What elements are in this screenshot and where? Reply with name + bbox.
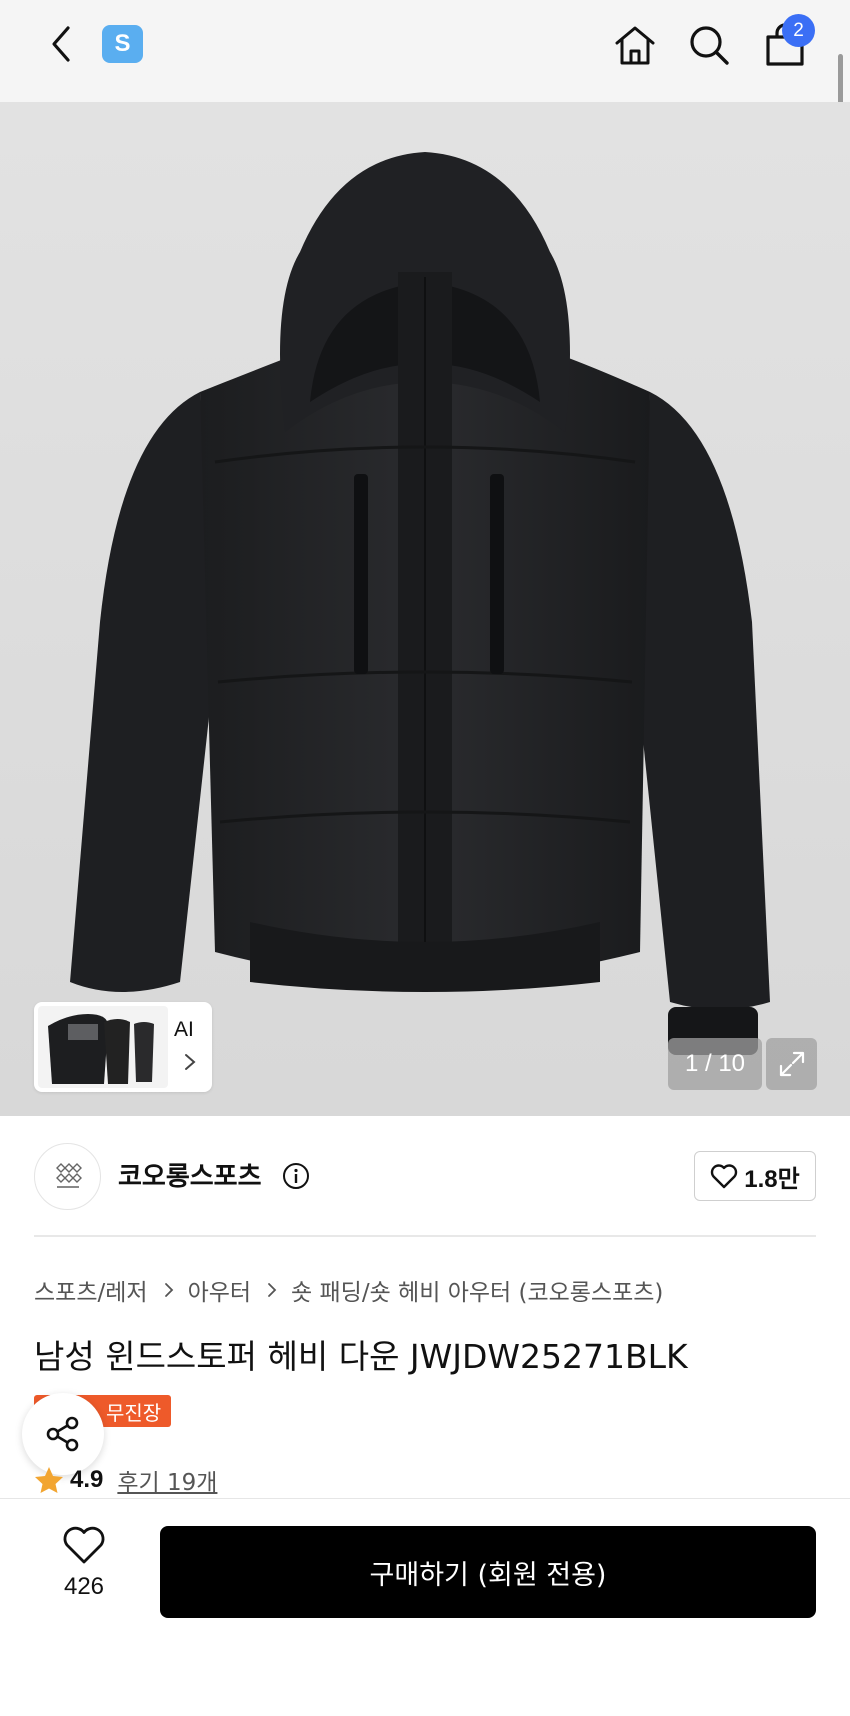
heart-icon bbox=[711, 1164, 738, 1189]
share-icon bbox=[46, 1416, 79, 1452]
chevron-right-icon bbox=[185, 1054, 196, 1070]
rating-row: 4.9 후기 19개 bbox=[34, 1463, 217, 1497]
breadcrumb-item[interactable]: 스포츠/레저 bbox=[34, 1273, 148, 1307]
brand-like-count: 1.8만 bbox=[744, 1165, 800, 1193]
brand-like-button[interactable]: 1.8만 bbox=[694, 1151, 816, 1201]
breadcrumb-item[interactable]: 아우터 bbox=[188, 1273, 251, 1307]
bottom-action-bar: 426 구매하기 (회원 전용) bbox=[0, 1498, 850, 1716]
wishlist-button[interactable]: 426 bbox=[34, 1525, 134, 1625]
top-navigation-bar: S 2 bbox=[0, 0, 850, 102]
brand-logo[interactable] bbox=[34, 1143, 101, 1210]
back-button[interactable] bbox=[40, 22, 84, 66]
ai-label: AI bbox=[174, 1018, 194, 1041]
ai-thumbnail-card[interactable]: AI bbox=[34, 1002, 212, 1092]
app-logo[interactable]: S bbox=[102, 25, 143, 63]
kolon-sport-logo bbox=[55, 1162, 82, 1188]
search-button[interactable] bbox=[684, 20, 734, 70]
section-divider bbox=[34, 1235, 816, 1237]
info-icon[interactable] bbox=[282, 1162, 310, 1190]
search-icon bbox=[690, 26, 729, 65]
rating-value: 4.9 bbox=[70, 1466, 104, 1493]
chevron-right-icon bbox=[268, 1283, 277, 1297]
home-button[interactable] bbox=[610, 20, 660, 70]
cart-count-badge: 2 bbox=[782, 14, 815, 47]
breadcrumb-item[interactable]: 숏 패딩/숏 헤비 아우터 (코오롱스포츠) bbox=[291, 1273, 663, 1307]
wishlist-count: 426 bbox=[63, 1573, 105, 1600]
promo-badge-label: 무진장 bbox=[106, 1400, 162, 1425]
product-image-jacket bbox=[70, 152, 770, 1055]
product-title: 남성 윈드스토퍼 헤비 다운 JWJDW25271BLK bbox=[34, 1337, 688, 1376]
expand-button[interactable] bbox=[766, 1038, 817, 1090]
thumbnail-jackets bbox=[48, 1014, 154, 1084]
brand-name[interactable]: 코오롱스포츠 bbox=[118, 1156, 262, 1193]
buy-button[interactable]: 구매하기 (회원 전용) bbox=[160, 1526, 816, 1618]
review-link[interactable]: 후기 19개 bbox=[117, 1463, 217, 1497]
chevron-right-icon bbox=[164, 1283, 173, 1297]
thumbnail-image bbox=[38, 1006, 168, 1088]
home-icon bbox=[615, 26, 655, 65]
breadcrumb: 스포츠/레저 아우터 숏 패딩/숏 헤비 아우터 (코오롱스포츠) bbox=[34, 1273, 663, 1307]
expand-icon bbox=[779, 1051, 804, 1077]
image-page-counter: 1 / 10 bbox=[668, 1038, 762, 1090]
star-icon bbox=[35, 1467, 63, 1493]
heart-icon bbox=[63, 1526, 105, 1564]
chevron-left-icon bbox=[52, 26, 70, 62]
product-image-gallery[interactable]: AI 1 / 10 bbox=[0, 102, 850, 1116]
